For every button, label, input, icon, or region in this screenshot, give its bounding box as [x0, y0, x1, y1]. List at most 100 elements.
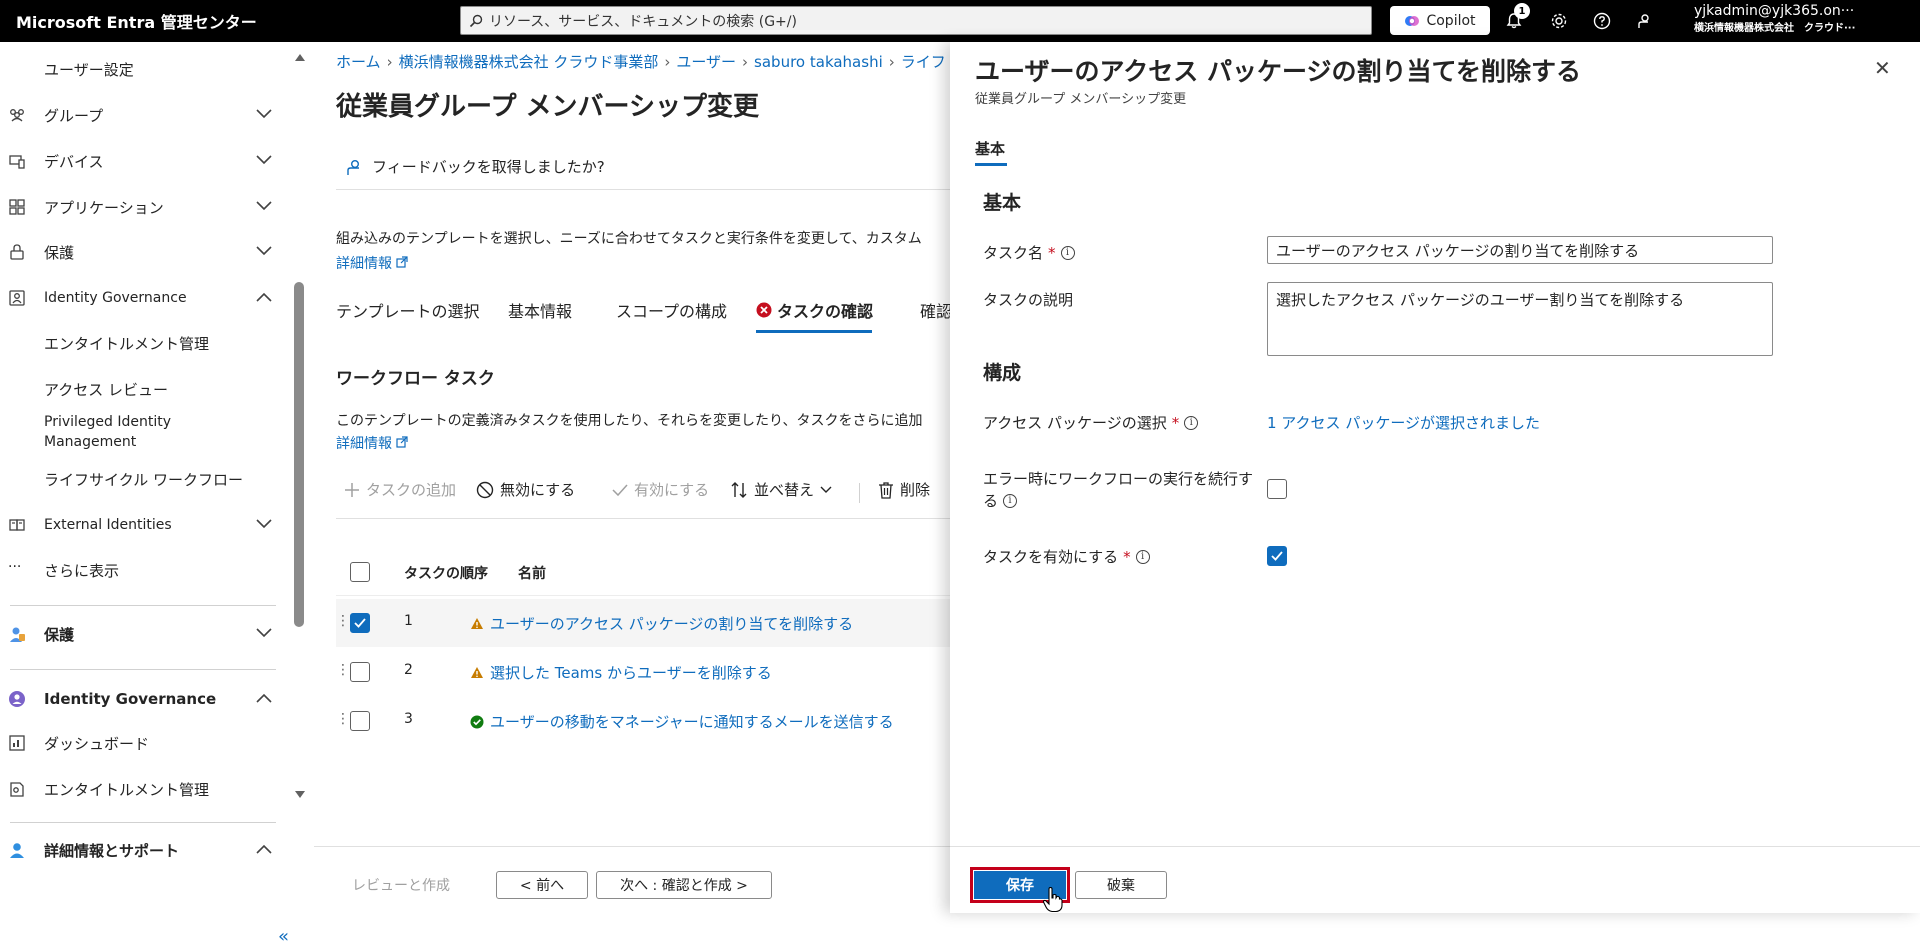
sidebar-section-identity-governance[interactable]: Identity Governance — [0, 682, 290, 716]
task-name-link[interactable]: 選択した Teams からユーザーを削除する — [470, 662, 772, 683]
breadcrumb-item[interactable]: saburo takahashi — [754, 53, 883, 71]
enable-task-checkbox[interactable] — [1267, 546, 1287, 566]
sidebar-item-identity-governance[interactable]: Identity Governance — [0, 281, 290, 315]
sidebar-item-pim[interactable]: Privileged Identity Management — [0, 412, 290, 456]
continue-on-error-checkbox[interactable] — [1267, 479, 1287, 499]
learn-more-link[interactable]: 詳細情報 — [336, 253, 409, 273]
next-button[interactable]: 次へ : 確認と作成 > — [596, 871, 772, 899]
field-label: る — [983, 492, 999, 510]
sidebar-item-lifecycle-workflows[interactable]: ライフサイクル ワークフロー — [0, 462, 290, 496]
help-button[interactable] — [1590, 9, 1614, 33]
settings-button[interactable] — [1547, 9, 1571, 33]
copilot-button[interactable]: Copilot — [1390, 6, 1490, 35]
access-package-link[interactable]: 1 アクセス パッケージが選択されました — [1267, 412, 1540, 433]
drag-handle-icon[interactable]: ⋮ — [336, 613, 350, 629]
task-name-input[interactable]: ユーザーのアクセス パッケージの割り当てを削除する — [1267, 236, 1773, 264]
info-icon[interactable]: i — [1060, 245, 1075, 260]
sidebar-scrollbar[interactable] — [294, 282, 304, 627]
sidebar-item-groups[interactable]: グループ — [0, 98, 290, 132]
delete-button[interactable]: 削除 — [878, 479, 930, 500]
task-description-label: タスクの説明 — [983, 289, 1073, 310]
task-name-label: タスク名 * i — [983, 242, 1075, 263]
info-icon[interactable]: i — [1184, 415, 1199, 430]
sidebar-item-entitlement-management-2[interactable]: エンタイトルメント管理 — [0, 772, 290, 806]
field-label: タスクの説明 — [983, 291, 1074, 309]
row-checkbox[interactable] — [350, 613, 370, 633]
required-mark: * — [1048, 243, 1056, 262]
close-button[interactable]: ✕ — [1874, 56, 1891, 80]
enable-button[interactable]: 有効にする — [612, 479, 709, 500]
sidebar-item-access-reviews[interactable]: アクセス レビュー — [0, 372, 290, 406]
sidebar-section-protection[interactable]: 保護 — [0, 617, 290, 651]
drag-handle-icon[interactable]: ⋮ — [336, 662, 350, 678]
discard-button[interactable]: 破棄 — [1075, 871, 1167, 899]
sidebar-item-entitlement-management[interactable]: エンタイトルメント管理 — [0, 326, 290, 360]
task-name-link[interactable]: ユーザーのアクセス パッケージの割り当てを削除する — [470, 613, 853, 634]
tab-basics[interactable]: 基本 — [975, 138, 1005, 159]
table-row[interactable]: ⋮ 1 ユーザーのアクセス パッケージの割り当てを削除する — [336, 599, 954, 647]
info-icon[interactable]: i — [1135, 549, 1150, 564]
learn-more-link-2[interactable]: 詳細情報 — [336, 433, 409, 453]
sidebar-item-label: 保護 — [44, 243, 75, 262]
sidebar-item-protection[interactable]: 保護 — [0, 235, 290, 269]
table-row[interactable]: ⋮ 3 ユーザーの移動をマネージャーに通知するメールを送信する — [336, 697, 954, 745]
sidebar-item-show-more[interactable]: ··· さらに表示 — [0, 553, 290, 587]
sort-button[interactable]: 並べ替え — [730, 479, 832, 500]
sidebar-item-label: External Identities — [44, 517, 172, 533]
row-checkbox[interactable] — [350, 711, 370, 731]
panel-footer: 保存 破棄 — [950, 846, 1920, 913]
sidebar-item-label: ライフサイクル ワークフロー — [44, 470, 244, 489]
step-review-tasks[interactable]: タスクの確認 — [756, 298, 873, 322]
sidebar-item-external-identities[interactable]: External Identities — [0, 508, 290, 542]
identity-governance-icon — [9, 290, 25, 306]
sidebar-item-devices[interactable]: デバイス — [0, 144, 290, 178]
feedback-button[interactable] — [1632, 9, 1656, 33]
step-template[interactable]: テンプレートの選択 — [336, 298, 480, 322]
breadcrumb-item[interactable]: ライフ — [901, 53, 946, 71]
panel-subtitle: 従業員グループ メンバーシップ変更 — [975, 92, 1187, 107]
app-brand[interactable]: Microsoft Entra 管理センター — [16, 9, 456, 33]
breadcrumb-item[interactable]: ユーザー — [676, 53, 736, 71]
scroll-up-arrow[interactable] — [294, 52, 306, 62]
select-all-checkbox[interactable] — [350, 562, 370, 582]
breadcrumb-separator: › — [888, 53, 895, 71]
review-create-button[interactable]: レビューと作成 — [336, 871, 466, 899]
step-scope[interactable]: スコープの構成 — [616, 298, 727, 322]
info-icon[interactable]: i — [1003, 494, 1018, 508]
chevron-up-icon — [256, 693, 272, 703]
search-input[interactable]: リソース、サービス、ドキュメントの検索 (G+/) — [460, 6, 1372, 35]
chevron-up-icon — [256, 292, 272, 302]
workflow-description: このテンプレートの定義済みタスクを使用したり、それらを変更したり、タスクをさらに… — [336, 413, 923, 429]
required-mark: * — [1123, 547, 1131, 566]
continue-on-error-label: エラー時にワークフローの実行を続行す る i — [983, 468, 1253, 512]
step-basics[interactable]: 基本情報 — [508, 298, 572, 322]
step-review-create[interactable]: 確認と作 — [920, 298, 954, 322]
sidebar-item-user-settings[interactable]: ユーザー設定 — [0, 52, 290, 86]
collapse-sidebar-button[interactable]: « — [278, 926, 289, 947]
delete-label: 削除 — [900, 481, 931, 499]
groups-icon — [10, 109, 24, 122]
more-options-button[interactable]: ··· — [738, 90, 755, 111]
checkmark-icon — [612, 483, 628, 496]
disable-button[interactable]: 無効にする — [476, 479, 575, 500]
table-row[interactable]: ⋮ 2 選択した Teams からユーザーを削除する — [336, 648, 954, 696]
sidebar-item-label: 詳細情報とサポート — [44, 841, 180, 860]
breadcrumb-item[interactable]: ホーム — [336, 53, 381, 71]
column-header-name: 名前 — [518, 566, 546, 582]
row-checkbox[interactable] — [350, 662, 370, 682]
previous-button[interactable]: < 前へ — [496, 871, 588, 899]
feedback-link[interactable]: フィードバックを取得しましたか? — [344, 156, 605, 177]
sidebar-item-dashboard[interactable]: ダッシュボード — [0, 726, 290, 760]
sort-label: 並べ替え — [754, 481, 815, 499]
breadcrumb-item[interactable]: 横浜情報機器株式会社 クラウド事業部 — [399, 53, 659, 71]
sidebar-section-learn-support[interactable]: 詳細情報とサポート — [0, 833, 290, 867]
scroll-down-arrow[interactable] — [294, 790, 306, 800]
feedback-icon — [1638, 14, 1649, 28]
task-name-link[interactable]: ユーザーの移動をマネージャーに通知するメールを送信する — [470, 711, 894, 732]
task-order: 3 — [404, 711, 413, 727]
task-description-textarea[interactable]: 選択したアクセス パッケージのユーザー割り当てを削除する — [1267, 282, 1773, 356]
sidebar-item-applications[interactable]: アプリケーション — [0, 190, 290, 224]
add-task-button[interactable]: タスクの追加 — [344, 479, 456, 500]
drag-handle-icon[interactable]: ⋮ — [336, 711, 350, 727]
account-menu[interactable]: yjkadmin@yjk365.on··· 横浜情報機器株式会社 クラウド··· — [1694, 3, 1914, 34]
